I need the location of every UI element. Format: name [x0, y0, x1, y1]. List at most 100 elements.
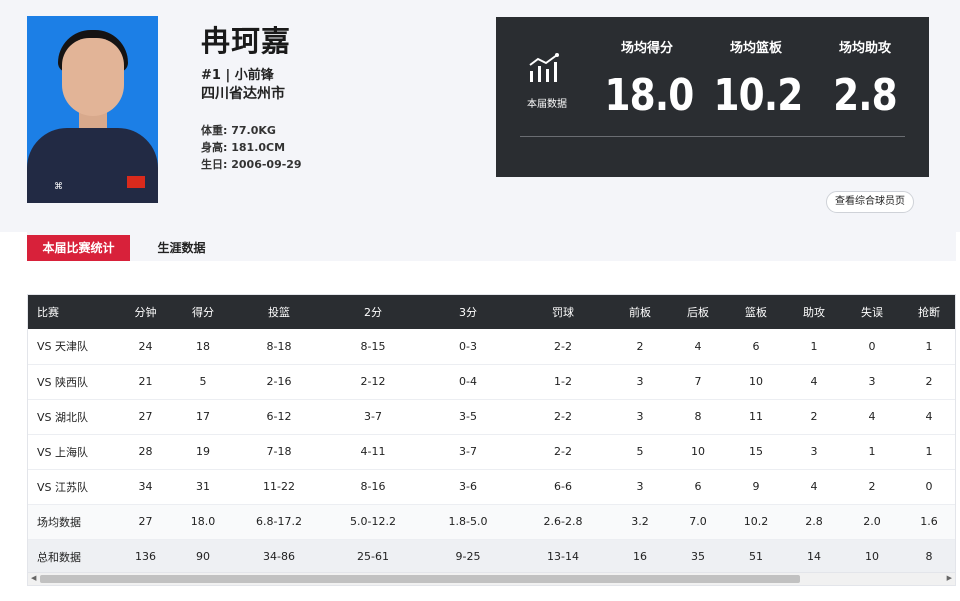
table-cell: 9 — [727, 469, 785, 504]
table-cell: 4 — [843, 399, 901, 434]
table-cell: 5 — [173, 364, 233, 399]
table-cell: 3-7 — [421, 434, 515, 469]
player-weight: 体重: 77.0KG — [201, 122, 276, 138]
table-cell: 25-61 — [325, 539, 421, 574]
table-cell: 21 — [118, 364, 173, 399]
table-cell: 27 — [118, 399, 173, 434]
table-cell: 3-6 — [421, 469, 515, 504]
table-cell: 1.6 — [901, 504, 956, 539]
table-cell: 4 — [785, 469, 843, 504]
table-cell: 2-2 — [515, 434, 611, 469]
table-header-cell: 3分 — [421, 295, 515, 329]
table-header-cell: 2分 — [325, 295, 421, 329]
season-data-label: 本届数据 — [527, 95, 567, 110]
table-cell: 4 — [901, 399, 956, 434]
table-cell: 51 — [727, 539, 785, 574]
table-cell: 6-12 — [233, 399, 325, 434]
table-row: VS 陕西队2152-162-120-41-23710432 — [28, 364, 956, 399]
player-height: 身高: 181.0CM — [201, 139, 285, 155]
table-cell: 8 — [901, 539, 956, 574]
table-cell: 3 — [785, 434, 843, 469]
table-header-cell: 罚球 — [515, 295, 611, 329]
table-cell: 1 — [901, 329, 956, 364]
table-cell: 6-6 — [515, 469, 611, 504]
table-cell: 10 — [669, 434, 727, 469]
table-cell: 15 — [727, 434, 785, 469]
table-header-cell: 助攻 — [785, 295, 843, 329]
table-header-cell: 分钟 — [118, 295, 173, 329]
table-cell: 2 — [785, 399, 843, 434]
table-cell: 3-5 — [421, 399, 515, 434]
table-cell: 18 — [173, 329, 233, 364]
table-cell: 6.8-17.2 — [233, 504, 325, 539]
rebounds-value: 10.2 — [714, 70, 799, 121]
table-cell: 90 — [173, 539, 233, 574]
table-row: VS 湖北队27176-123-73-52-23811244 — [28, 399, 956, 434]
table-cell: 2 — [611, 329, 669, 364]
scroll-right-icon[interactable]: ▶ — [947, 574, 952, 582]
table-cell: 2 — [843, 469, 901, 504]
table-cell: 1 — [843, 434, 901, 469]
player-name: 冉珂嘉 — [201, 18, 291, 60]
table-cell: VS 上海队 — [28, 434, 118, 469]
table-cell: 5.0-12.2 — [325, 504, 421, 539]
table-cell: 2.6-2.8 — [515, 504, 611, 539]
view-player-profile-button[interactable]: 查看综合球员页 — [826, 191, 914, 213]
table-row: VS 天津队24188-188-150-32-2246101 — [28, 329, 956, 364]
table-cell: 3 — [843, 364, 901, 399]
table-cell: 4 — [669, 329, 727, 364]
table-cell: 2-2 — [515, 329, 611, 364]
assists-label: 场均助攻 — [815, 37, 915, 56]
table-cell: 11 — [727, 399, 785, 434]
table-cell: 3 — [611, 364, 669, 399]
table-cell: 2-16 — [233, 364, 325, 399]
table-cell: 6 — [669, 469, 727, 504]
table-cell: 5 — [611, 434, 669, 469]
table-cell: 10 — [727, 364, 785, 399]
bar-chart-icon — [528, 53, 562, 83]
table-row-average: 场均数据2718.06.8-17.25.0-12.21.8-5.02.6-2.8… — [28, 504, 956, 539]
table-header-cell: 前板 — [611, 295, 669, 329]
table-cell: 4 — [785, 364, 843, 399]
table-cell: 31 — [173, 469, 233, 504]
china-flag-icon — [127, 176, 145, 188]
table-cell: 1.8-5.0 — [421, 504, 515, 539]
table-header-cell: 比赛 — [28, 295, 118, 329]
table-cell: 17 — [173, 399, 233, 434]
table-cell: 2-2 — [515, 399, 611, 434]
table-cell: 总和数据 — [28, 539, 118, 574]
player-hometown: 四川省达州市 — [201, 83, 285, 103]
table-cell: 7 — [669, 364, 727, 399]
scrollbar-thumb[interactable] — [40, 575, 800, 583]
table-cell: 6 — [727, 329, 785, 364]
table-cell: 3.2 — [611, 504, 669, 539]
table-header-cell: 篮板 — [727, 295, 785, 329]
tab-current-season[interactable]: 本届比赛统计 — [27, 235, 130, 261]
table-cell: 35 — [669, 539, 727, 574]
rebounds-label: 场均篮板 — [706, 37, 806, 56]
table-cell: 2-12 — [325, 364, 421, 399]
table-header-row: 比赛分钟得分投篮2分3分罚球前板后板篮板助攻失误抢断 — [28, 295, 956, 329]
scroll-left-icon[interactable]: ◀ — [31, 574, 36, 582]
table-header-cell: 得分 — [173, 295, 233, 329]
table-cell: 1 — [901, 434, 956, 469]
table-header-cell: 投篮 — [233, 295, 325, 329]
table-cell: 28 — [118, 434, 173, 469]
season-stats-box: 本届数据 场均得分 18.0 场均篮板 10.2 场均助攻 2.8 — [496, 17, 929, 177]
table-cell: 11-22 — [233, 469, 325, 504]
table-cell: 24 — [118, 329, 173, 364]
player-header: ⌘ 冉珂嘉 #1 | 小前锋 四川省达州市 体重: 77.0KG 身高: 181… — [0, 0, 960, 232]
table-cell: 3 — [611, 469, 669, 504]
table-cell: 13-14 — [515, 539, 611, 574]
table-cell: 19 — [173, 434, 233, 469]
table-header-cell: 失误 — [843, 295, 901, 329]
points-value: 18.0 — [605, 70, 690, 121]
table-row-total: 总和数据1369034-8625-619-2513-1416355114108 — [28, 539, 956, 574]
table-cell: 2.8 — [785, 504, 843, 539]
table-cell: 7-18 — [233, 434, 325, 469]
table-cell: VS 天津队 — [28, 329, 118, 364]
table-cell: 9-25 — [421, 539, 515, 574]
tab-career[interactable]: 生涯数据 — [130, 235, 233, 261]
horizontal-scrollbar[interactable]: ◀ ▶ — [27, 572, 956, 586]
game-stats-table: 比赛分钟得分投篮2分3分罚球前板后板篮板助攻失误抢断 VS 天津队24188-1… — [27, 294, 956, 586]
